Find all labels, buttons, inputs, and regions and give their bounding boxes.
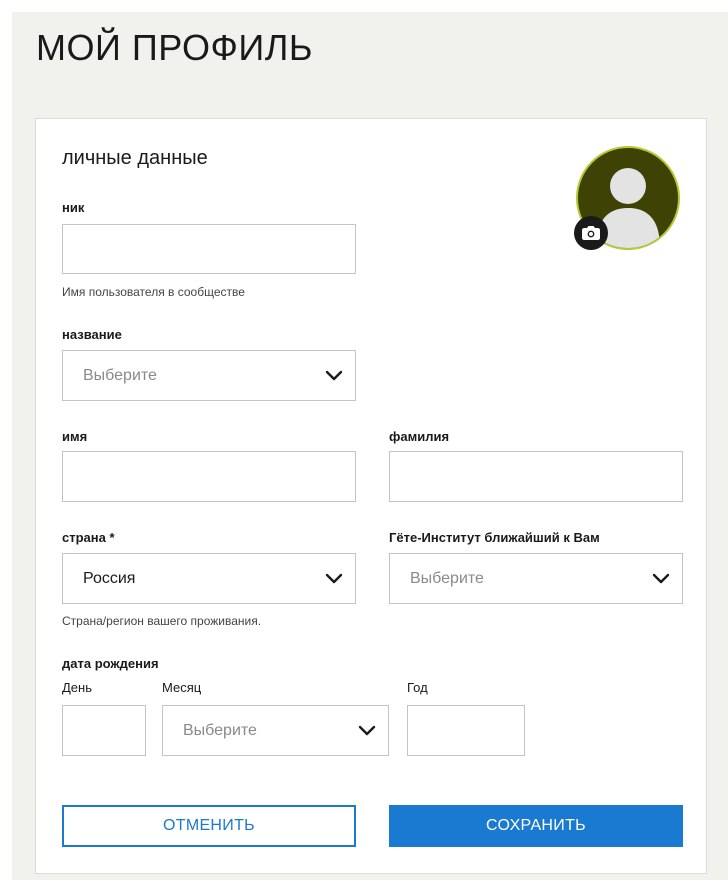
nick-input[interactable] (62, 224, 356, 274)
chevron-down-icon (325, 573, 343, 585)
country-select[interactable]: Россия (62, 553, 356, 604)
year-input[interactable] (407, 705, 525, 756)
salutation-select[interactable]: Выберите (62, 350, 356, 401)
institute-label: Гёте-Институт ближайший к Вам (389, 530, 600, 545)
day-label: День (62, 680, 92, 695)
chevron-down-icon (358, 725, 376, 737)
month-label: Месяц (162, 680, 202, 695)
last-name-input[interactable] (389, 451, 683, 502)
institute-value: Выберите (410, 569, 484, 587)
page-title: МОЙ ПРОФИЛЬ (36, 27, 313, 68)
cancel-button[interactable]: ОТМЕНИТЬ (62, 805, 356, 847)
day-input[interactable] (62, 705, 146, 756)
year-label: Год (407, 680, 428, 695)
month-select[interactable]: Выберите (162, 705, 389, 756)
camera-icon[interactable] (574, 216, 608, 250)
profile-card: личные данные ник Имя пользователя в соо… (35, 118, 707, 874)
birth-date-label: дата рождения (62, 656, 159, 671)
nick-hint: Имя пользователя в сообществе (62, 285, 245, 299)
chevron-down-icon (325, 370, 343, 382)
institute-select[interactable]: Выберите (389, 553, 683, 604)
chevron-down-icon (652, 573, 670, 585)
section-title: личные данные (62, 147, 208, 169)
last-name-label: фамилия (389, 429, 450, 444)
save-button[interactable]: СОХРАНИТЬ (389, 805, 683, 847)
country-hint: Страна/регион вашего проживания. (62, 614, 262, 628)
first-name-label: имя (62, 429, 88, 444)
first-name-input[interactable] (62, 451, 356, 502)
nick-label: ник (62, 200, 85, 215)
country-value: Россия (83, 569, 136, 587)
country-label: страна * (62, 530, 115, 545)
salutation-label: название (62, 327, 122, 342)
month-value: Выберите (183, 721, 257, 739)
salutation-value: Выберите (83, 366, 157, 384)
